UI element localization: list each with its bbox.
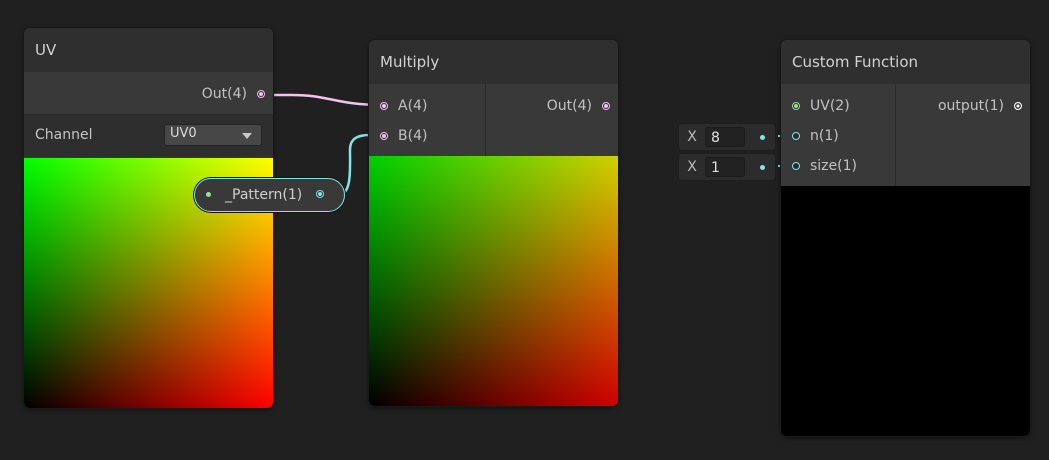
- multiply-outputs-area: Out(4): [486, 84, 618, 156]
- uv-output-label: Out(4): [201, 86, 247, 102]
- wire-uv-to-multiply-a[interactable]: [259, 93, 385, 107]
- custom-input-uv-row[interactable]: UV(2): [792, 98, 850, 114]
- uv-output-port[interactable]: [257, 90, 265, 98]
- pattern-property-node[interactable]: _Pattern(1): [194, 178, 345, 212]
- custom-output-port[interactable]: [1014, 102, 1022, 110]
- n-field-port-icon: [760, 134, 765, 140]
- multiply-output-port[interactable]: [602, 102, 610, 110]
- multiply-inputs-area: A(4) B(4): [369, 84, 486, 156]
- custom-input-size-port[interactable]: [792, 162, 800, 170]
- pattern-output-port[interactable]: [316, 190, 324, 198]
- multiply-input-a-port[interactable]: [380, 102, 388, 110]
- uv-channel-row: Channel UV0: [24, 115, 273, 157]
- custom-outputs-area: output(1): [896, 84, 1030, 186]
- size-field-value[interactable]: 1: [705, 157, 745, 177]
- multiply-input-a-label: A(4): [398, 98, 428, 114]
- multiply-input-b-row[interactable]: B(4): [380, 128, 427, 144]
- channel-dropdown-value: UV0: [170, 126, 197, 141]
- multiply-node[interactable]: Multiply A(4) B(4) Out(4): [369, 40, 618, 406]
- custom-function-preview: [781, 186, 1030, 436]
- uv-node-title[interactable]: UV: [24, 28, 273, 72]
- custom-input-size-row[interactable]: size(1): [792, 158, 857, 174]
- n-inline-field[interactable]: X 8: [679, 124, 775, 150]
- custom-inputs-area: UV(2) n(1) size(1): [781, 84, 896, 186]
- multiply-preview: [369, 156, 618, 406]
- uv-output-port-row[interactable]: Out(4): [202, 86, 265, 102]
- uv-output-area: Out(4): [24, 72, 273, 115]
- channel-dropdown[interactable]: UV0: [164, 124, 262, 146]
- custom-input-uv-label: UV(2): [810, 98, 850, 114]
- custom-output-row[interactable]: output(1): [938, 98, 1022, 114]
- multiply-input-b-label: B(4): [398, 128, 428, 144]
- size-field-port-icon: [760, 164, 765, 170]
- pattern-property-label: _Pattern(1): [225, 187, 303, 203]
- custom-function-node[interactable]: Custom Function UV(2) n(1) size(1) outpu…: [781, 40, 1030, 436]
- custom-output-label: output(1): [937, 98, 1004, 114]
- channel-label: Channel: [35, 127, 93, 143]
- custom-input-size-label: size(1): [810, 158, 857, 174]
- custom-function-node-title[interactable]: Custom Function: [781, 40, 1030, 84]
- uv-node[interactable]: UV Out(4) Channel UV0: [24, 28, 273, 408]
- chevron-down-icon: [242, 133, 252, 139]
- custom-input-n-label: n(1): [810, 128, 839, 144]
- multiply-node-title[interactable]: Multiply: [369, 40, 618, 84]
- multiply-output-label: Out(4): [546, 98, 592, 114]
- pattern-left-dot-icon: [206, 192, 211, 197]
- custom-input-n-port[interactable]: [792, 132, 800, 140]
- size-field-axis: X: [687, 159, 697, 175]
- custom-input-n-row[interactable]: n(1): [792, 128, 839, 144]
- n-field-axis: X: [687, 129, 697, 145]
- multiply-output-row[interactable]: Out(4): [547, 98, 610, 114]
- size-inline-field[interactable]: X 1: [679, 154, 775, 180]
- custom-input-uv-port[interactable]: [792, 102, 800, 110]
- multiply-input-a-row[interactable]: A(4): [380, 98, 427, 114]
- n-field-value[interactable]: 8: [705, 127, 745, 147]
- multiply-input-b-port[interactable]: [380, 132, 388, 140]
